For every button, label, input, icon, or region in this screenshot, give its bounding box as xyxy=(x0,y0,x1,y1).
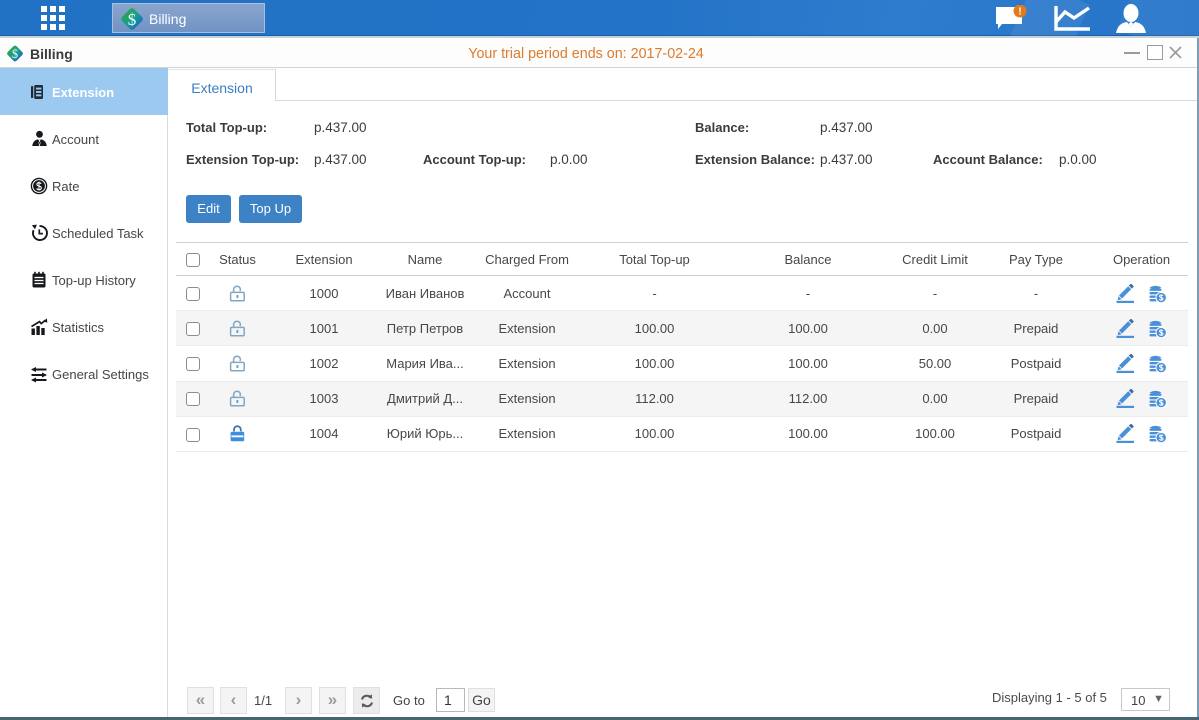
svg-text:!: ! xyxy=(1018,7,1021,18)
svg-text:$: $ xyxy=(128,10,137,29)
